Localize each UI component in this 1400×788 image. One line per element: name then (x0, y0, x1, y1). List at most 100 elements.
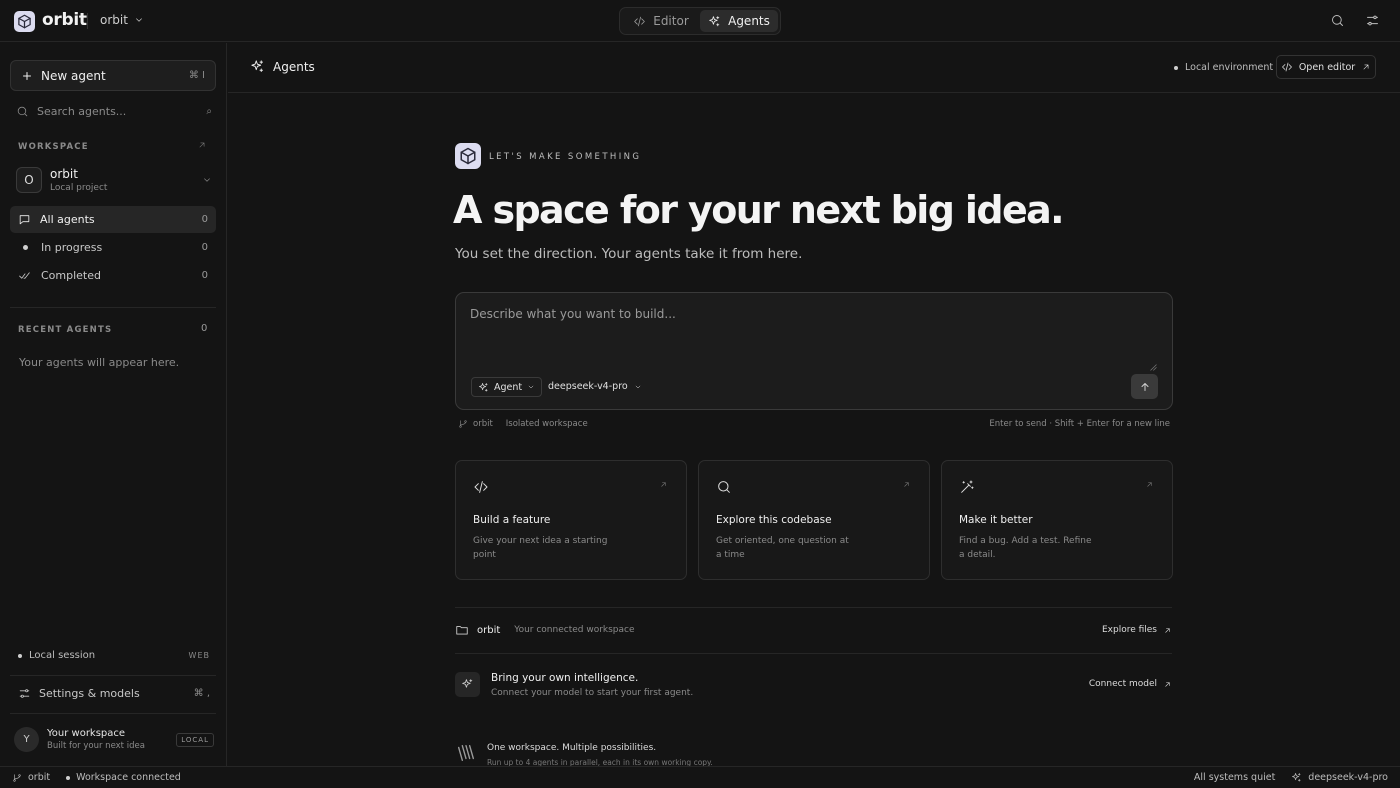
mode-selector[interactable]: Agent (471, 377, 543, 397)
project-selector[interactable]: orbit (100, 13, 144, 27)
search-icon (17, 106, 28, 117)
project-switcher[interactable]: O orbit Local project (16, 165, 212, 195)
chevron-down-icon (204, 178, 210, 182)
global-search-button[interactable] (1330, 13, 1345, 28)
avatar: Y (14, 727, 39, 752)
arrow-up-right-icon (1363, 64, 1369, 70)
app-brand: orbit (42, 10, 87, 30)
chevron-down-icon (635, 385, 640, 388)
divider (455, 653, 1172, 654)
tab-editor-label: Editor (653, 14, 689, 28)
new-agent-button[interactable]: New agent ⌘ I (10, 60, 216, 91)
sidebar-item-all-agents[interactable]: All agents 0 (10, 206, 216, 233)
divider (10, 675, 216, 676)
orbit-logo-icon (455, 143, 481, 169)
user-workspace[interactable]: Y Your workspace Built for your next ide… (14, 727, 214, 752)
status-connection-label: Workspace connected (76, 772, 181, 783)
dot-icon (22, 245, 28, 250)
project-name: orbit (50, 167, 78, 181)
main-header: Agents Local environment Open editor (228, 43, 1400, 93)
magic-wand-icon (961, 480, 974, 493)
parallel-title: One workspace. Multiple possibilities. (487, 743, 657, 753)
status-dot-icon (18, 653, 22, 658)
status-branch[interactable]: orbit (12, 772, 50, 783)
send-button[interactable] (1131, 374, 1158, 399)
user-name: Your workspace (47, 728, 126, 739)
arrow-up-icon (1141, 382, 1148, 391)
connect-model-row: Bring your own intelligence. Connect you… (455, 672, 1172, 698)
search-icon (1332, 15, 1343, 26)
new-agent-shortcut: ⌘ I (188, 70, 205, 81)
sidebar-item-completed[interactable]: Completed 0 (10, 262, 216, 289)
code-icon (474, 481, 488, 493)
sparkle-icon (251, 60, 263, 72)
status-dot-icon (66, 775, 71, 780)
arrow-up-right-icon (1165, 681, 1170, 687)
sidebar-item-label: Completed (41, 269, 101, 282)
page-title: Agents (250, 59, 315, 74)
project-selector-label: orbit (100, 13, 128, 27)
status-model[interactable]: deepseek-v4-pro (1291, 772, 1388, 783)
local-badge: LOCAL (176, 732, 214, 747)
chevron-down-icon (136, 18, 142, 22)
project-avatar: O (16, 167, 42, 193)
environment-label: Local environment (1185, 62, 1274, 73)
connect-model-link[interactable]: Connect model (1089, 679, 1172, 689)
divider (10, 307, 216, 308)
model-label: deepseek-v4-pro (548, 381, 628, 392)
branch-label: orbit (473, 419, 493, 429)
status-bar: orbit Workspace connected All systems qu… (0, 766, 1400, 788)
session-badge: WEB (188, 651, 210, 660)
settings-button[interactable]: Settings & models ⌘ , (18, 687, 210, 700)
sidebar-item-label: In progress (41, 241, 103, 254)
status-connection: Workspace connected (66, 772, 181, 783)
model-selector[interactable]: deepseek-v4-pro (548, 381, 642, 392)
new-agent-label: New agent (41, 68, 106, 83)
open-editor-button[interactable]: Open editor (1276, 55, 1376, 79)
agent-search[interactable]: Search agents... ⌕ (16, 105, 212, 118)
explore-files-link[interactable]: Explore files (1102, 625, 1172, 635)
divider (87, 13, 88, 29)
sidebar-item-in-progress[interactable]: In progress 0 (10, 234, 216, 261)
tab-agents[interactable]: Agents (700, 10, 778, 32)
sidebar: New agent ⌘ I Search agents... ⌕ WORKSPA… (0, 43, 227, 766)
composer-footer: orbit Isolated workspace Enter to send ·… (458, 419, 1170, 429)
code-icon (634, 16, 646, 26)
card-description: Give your next idea a starting point (473, 536, 608, 560)
eyebrow-text: LET'S MAKE SOMETHING (489, 152, 642, 162)
orbit-logo-icon (14, 11, 35, 32)
branch-icon (459, 420, 467, 428)
workspace-mode-label: Isolated workspace (505, 419, 588, 429)
sliders-icon (1367, 15, 1378, 26)
card-make-better[interactable]: Make it better Find a bug. Add a test. R… (941, 460, 1173, 580)
recent-agents-empty: Your agents will appear here. (19, 356, 180, 369)
connected-workspace-row: orbit Your connected workspace Explore f… (455, 623, 1172, 637)
card-explore-codebase[interactable]: Explore this codebase Get oriented, one … (698, 460, 930, 580)
agent-search-placeholder: Search agents... (37, 105, 127, 118)
divider (10, 713, 216, 714)
card-title: Make it better (959, 514, 1033, 526)
sidebar-item-label: All agents (40, 213, 95, 226)
card-title: Build a feature (473, 514, 551, 526)
card-build-feature[interactable]: Build a feature Give your next idea a st… (455, 460, 687, 580)
keyboard-hint: Enter to send · Shift + Enter for a new … (989, 419, 1170, 429)
search-icon (718, 481, 730, 493)
sparkle-icon (455, 672, 480, 697)
parallel-description: Run up to 4 agents in parallel, each in … (487, 758, 713, 766)
plus-icon (23, 71, 31, 80)
workspace-open-button[interactable] (197, 140, 207, 150)
connect-model-description: Connect your model to start your first a… (491, 688, 694, 698)
resize-handle-icon[interactable] (1150, 364, 1157, 371)
session-status: Local session WEB (18, 650, 210, 661)
code-icon (1281, 62, 1292, 72)
arrow-up-right-icon (199, 142, 205, 148)
connect-model-label: Connect model (1088, 679, 1157, 689)
tab-editor[interactable]: Editor (622, 10, 700, 32)
recent-agents-label: RECENT AGENTS (18, 325, 113, 335)
preferences-button[interactable] (1365, 13, 1380, 28)
sparkle-icon (1292, 773, 1301, 782)
connect-model-title: Bring your own intelligence. (491, 672, 639, 684)
workspace-name: orbit (477, 624, 501, 636)
prompt-input[interactable] (470, 307, 1150, 367)
status-model-label: deepseek-v4-pro (1308, 772, 1388, 783)
